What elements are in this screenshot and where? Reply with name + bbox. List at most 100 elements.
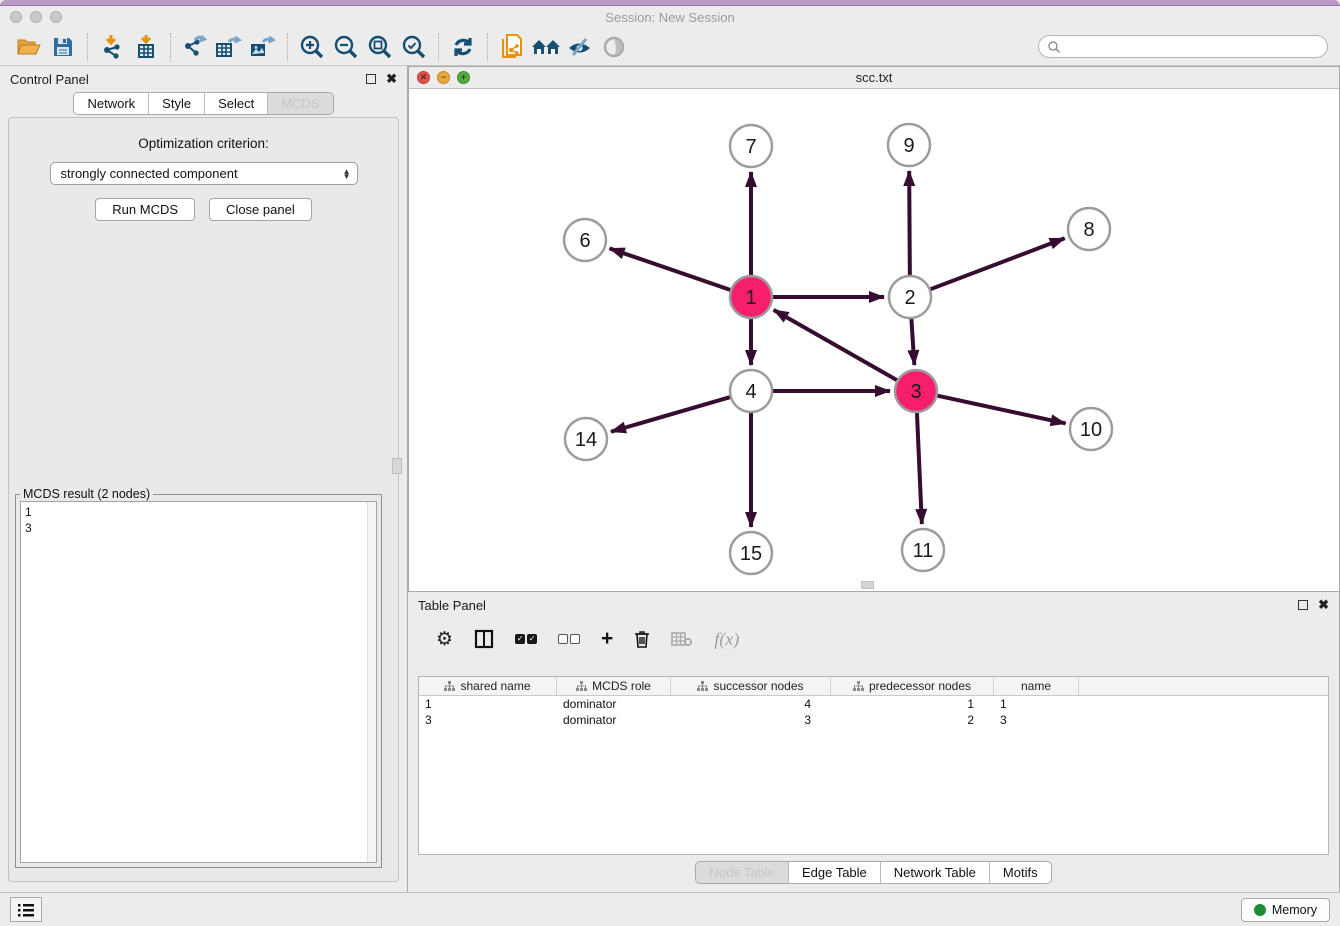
edge-1-6[interactable] — [610, 248, 731, 289]
zoom-selected-button[interactable] — [397, 32, 431, 62]
column-label: shared name — [460, 679, 530, 693]
add-column-icon[interactable]: + — [601, 628, 613, 650]
main-toolbar — [0, 28, 1340, 66]
run-mcds-button[interactable]: Run MCDS — [95, 198, 195, 221]
table-cell[interactable]: dominator — [557, 712, 671, 728]
table-cell[interactable]: 3 — [419, 712, 557, 728]
criterion-value: strongly connected component — [61, 166, 238, 181]
function-builder-icon[interactable]: f(x) — [714, 628, 739, 650]
edge-2-8[interactable] — [931, 238, 1065, 289]
tab-motifs[interactable]: Motifs — [989, 862, 1051, 883]
tab-select[interactable]: Select — [204, 93, 267, 114]
delete-column-icon[interactable] — [634, 628, 650, 650]
export-table-button[interactable] — [212, 32, 246, 62]
panel-splitter-handle[interactable] — [392, 458, 402, 474]
sort-icon — [576, 681, 587, 691]
refresh-layout-button[interactable] — [446, 32, 480, 62]
tab-network[interactable]: Network — [74, 93, 148, 114]
node-table[interactable]: shared name MCDS rolesuccessor nodesprede… — [418, 676, 1329, 855]
search-field[interactable] — [1038, 35, 1328, 58]
open-session-button[interactable] — [12, 32, 46, 62]
close-panel-icon[interactable]: ✖ — [1318, 600, 1329, 610]
table-cell[interactable]: 3 — [671, 712, 831, 728]
float-panel-icon[interactable] — [366, 74, 376, 84]
table-panel-tabs: Node TableEdge TableNetwork TableMotifs — [695, 861, 1051, 884]
table-cell[interactable]: dominator — [557, 696, 671, 712]
canvas-splitter-handle[interactable] — [861, 581, 874, 589]
columns-icon[interactable] — [474, 628, 494, 650]
table-cell[interactable]: 3 — [994, 712, 1079, 728]
task-history-button[interactable] — [10, 897, 42, 922]
zoom-fit-button[interactable] — [363, 32, 397, 62]
close-panel-button[interactable]: Close panel — [209, 198, 312, 221]
delete-table-icon[interactable] — [671, 628, 693, 650]
edge-2-3[interactable] — [911, 319, 914, 365]
edge-2-9[interactable] — [909, 171, 910, 275]
column-header-successor-nodes[interactable]: successor nodes — [671, 677, 831, 695]
node-label-8: 8 — [1083, 219, 1094, 241]
tab-network-table[interactable]: Network Table — [880, 862, 989, 883]
select-all-icon[interactable]: ✓✓ — [515, 628, 537, 650]
tab-style[interactable]: Style — [148, 93, 204, 114]
edge-3-1[interactable] — [774, 310, 897, 380]
table-cell[interactable]: 1 — [994, 696, 1079, 712]
float-panel-icon[interactable] — [1298, 600, 1308, 610]
network-canvas[interactable]: 7968124314101511 — [409, 89, 1339, 591]
edge-3-11[interactable] — [917, 413, 922, 524]
gear-icon[interactable]: ⚙ — [436, 628, 453, 650]
import-table-button[interactable] — [129, 32, 163, 62]
edge-3-10[interactable] — [937, 396, 1065, 424]
export-network-button[interactable] — [178, 32, 212, 62]
criterion-dropdown[interactable]: strongly connected component ▲▼ — [50, 162, 358, 185]
toolbar-separator — [487, 33, 488, 61]
clone-network-button[interactable] — [495, 32, 529, 62]
first-neighbors-button[interactable] — [529, 32, 563, 62]
memory-status-icon — [1254, 904, 1266, 916]
tab-node-table[interactable]: Node Table — [696, 862, 788, 883]
zoom-in-icon — [299, 34, 325, 60]
toolbar-separator — [287, 33, 288, 61]
close-panel-icon[interactable]: ✖ — [386, 74, 397, 84]
table-panel-title: Table Panel — [418, 598, 486, 613]
memory-button[interactable]: Memory — [1241, 898, 1330, 922]
node-label-11: 11 — [913, 540, 934, 562]
table-cell[interactable]: 4 — [671, 696, 831, 712]
network-window-title: scc.txt — [409, 70, 1339, 85]
network-graph[interactable]: 7968124314101511 — [409, 89, 1339, 591]
deselect-all-icon[interactable] — [558, 628, 580, 650]
tab-edge-table[interactable]: Edge Table — [788, 862, 880, 883]
window-title: Session: New Session — [0, 10, 1340, 25]
table-cell[interactable]: 1 — [831, 696, 994, 712]
zoom-in-button[interactable] — [295, 32, 329, 62]
tab-mcds[interactable]: MCDS — [267, 93, 332, 114]
mcds-result-text[interactable]: 1 3 — [20, 501, 377, 863]
save-session-button[interactable] — [46, 32, 80, 62]
node-label-9: 9 — [903, 135, 914, 157]
houses-icon — [530, 35, 562, 59]
edge-4-14[interactable] — [611, 397, 730, 432]
table-header-row: shared name MCDS rolesuccessor nodesprede… — [419, 677, 1328, 696]
column-header-name[interactable]: name — [994, 677, 1079, 695]
zoom-fit-icon — [367, 34, 393, 60]
table-row[interactable]: 3dominator323 — [419, 712, 1328, 728]
list-icon — [17, 903, 35, 917]
column-header-MCDS-role[interactable]: MCDS role — [557, 677, 671, 695]
zoom-out-button[interactable] — [329, 32, 363, 62]
search-input[interactable] — [1061, 40, 1319, 54]
table-row[interactable]: 1dominator411 — [419, 696, 1328, 712]
mcds-panel: Optimization criterion: strongly connect… — [8, 117, 399, 882]
hide-selected-button[interactable] — [563, 32, 597, 62]
column-header-predecessor-nodes[interactable]: predecessor nodes — [831, 677, 994, 695]
import-network-button[interactable] — [95, 32, 129, 62]
control-panel-title: Control Panel — [10, 72, 89, 87]
toolbar-separator — [438, 33, 439, 61]
sort-icon — [853, 681, 864, 691]
table-cell[interactable]: 1 — [419, 696, 557, 712]
table-cell[interactable]: 2 — [831, 712, 994, 728]
control-panel-tabs: NetworkStyleSelectMCDS — [73, 92, 333, 115]
column-header-shared-name[interactable]: shared name — [419, 677, 557, 695]
dropdown-stepper-icon: ▲▼ — [343, 169, 351, 179]
scrollbar[interactable] — [367, 502, 376, 862]
show-all-button[interactable] — [597, 32, 631, 62]
export-image-button[interactable] — [246, 32, 280, 62]
